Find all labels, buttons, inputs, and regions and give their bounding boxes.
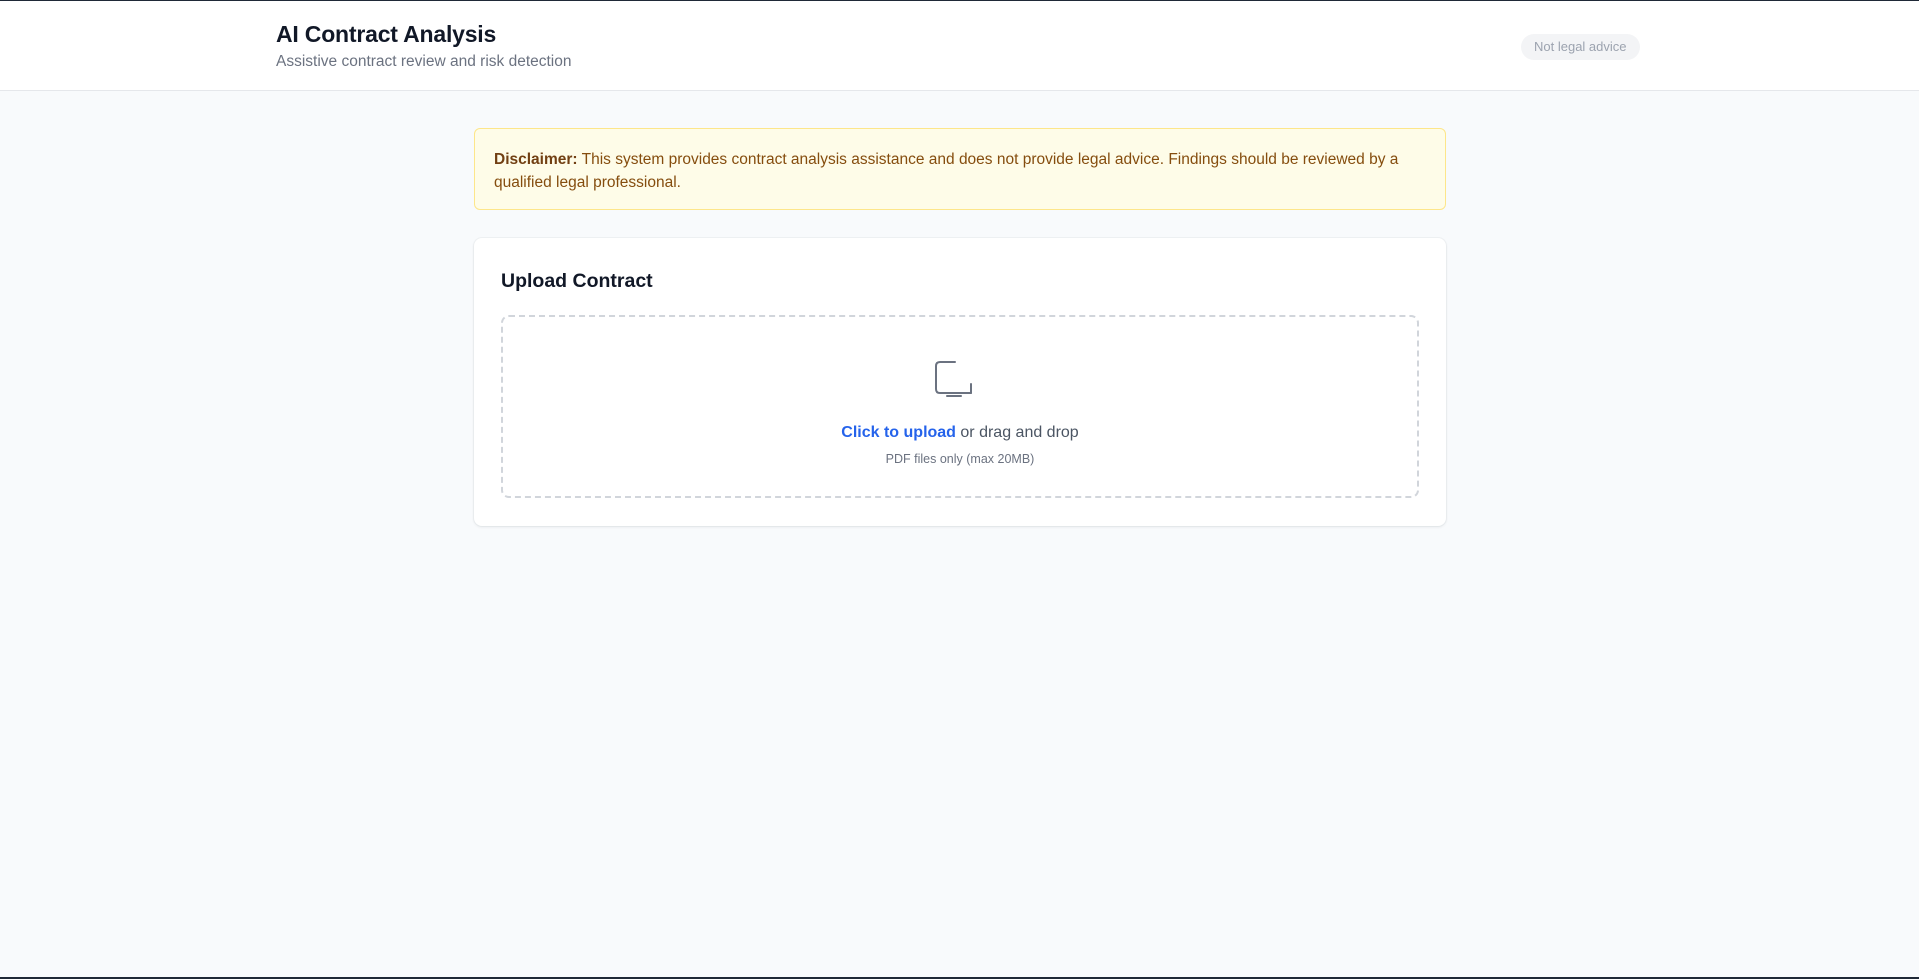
upload-file-icon — [935, 361, 972, 397]
upload-instructions: Click to upload or drag and drop — [503, 424, 1417, 442]
app-subtitle: Assistive contract review and risk detec… — [276, 53, 572, 70]
upload-card-title: Upload Contract — [501, 270, 653, 292]
upload-card: Upload Contract Click to upload or drag … — [474, 238, 1446, 526]
app-title: AI Contract Analysis — [276, 21, 497, 47]
disclaimer-label: Disclaimer: — [494, 151, 578, 168]
disclaimer-banner: Disclaimer: This system provides contrac… — [474, 128, 1446, 210]
page: { "header": { "title": "AI Contract Anal… — [0, 0, 1919, 979]
drag-and-drop-text: or drag and drop — [955, 424, 1079, 441]
disclaimer-text: This system provides contract analysis a… — [494, 151, 1399, 191]
not-legal-advice-badge: Not legal advice — [1521, 34, 1640, 60]
app-header: AI Contract Analysis Assistive contract … — [0, 1, 1919, 91]
click-to-upload-link[interactable]: Click to upload — [841, 424, 956, 441]
upload-file-hint: PDF files only (max 20MB) — [885, 452, 1035, 466]
upload-dropzone[interactable]: Click to upload or drag and drop PDF fil… — [501, 315, 1419, 498]
